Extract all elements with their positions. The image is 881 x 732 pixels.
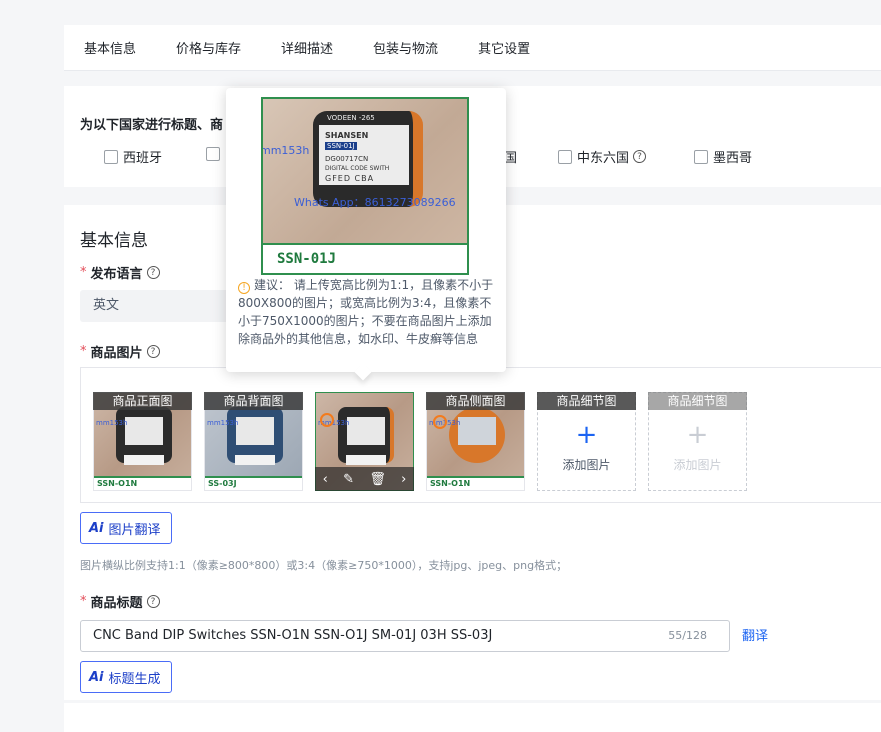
add-image-text: 添加图片 [673, 458, 722, 472]
image-format-hint: 图片横纵比例支持1:1（像素≥800*800）或3:4（像素≥750*1000）… [80, 559, 568, 572]
image-preview-popover: VODEEN -265 SHANSEN SSN-01J DG00717CN DI… [226, 88, 506, 381]
image-code-label: SS-03J [205, 476, 302, 490]
country-label: 墨西哥 [713, 151, 753, 166]
checkbox-box[interactable] [104, 149, 118, 164]
tab-other-settings[interactable]: 其它设置 [478, 38, 530, 57]
add-image-text: 添加图片 [562, 458, 611, 472]
help-icon[interactable]: ? [146, 266, 160, 279]
watermark-text: Whats App：8613273089266 [294, 196, 456, 209]
help-icon[interactable]: ? [146, 595, 160, 608]
watermark-circle [433, 415, 447, 429]
warning-icon: ! [238, 282, 250, 294]
country-checkbox-spain[interactable]: 西班牙 [104, 147, 162, 166]
preview-code-label: SSN-01J [263, 243, 467, 273]
tab-price-stock[interactable]: 价格与库存 [176, 38, 241, 57]
char-counter: 55/128 [668, 629, 707, 642]
image-upload-area: mm153h SSN-O1N 商品正面图 mm153h SS-03J 商品背面图… [80, 367, 881, 503]
add-image-slot-detail-disabled[interactable]: + 添加图片 商品细节图 [648, 392, 747, 491]
required-mark: * [80, 594, 87, 609]
title-label: * 商品标题 ? [80, 592, 160, 611]
device-label-line: DG00717CN [325, 155, 369, 163]
section-title: 基本信息 [80, 231, 148, 251]
tab-basic-info[interactable]: 基本信息 [84, 38, 136, 57]
image-caption: 商品背面图 [204, 392, 303, 410]
language-label: * 发布语言 ? [80, 263, 160, 282]
upload-tip: ! 建议： 请上传宽高比例为1:1，且像素不小于800X800的图片；或宽高比例为… [238, 276, 500, 348]
images-label: * 商品图片 ? [80, 342, 160, 361]
watermark-text: mm153h [96, 419, 128, 427]
button-label: 标题生成 [108, 671, 161, 687]
image-slot-hovered[interactable]: mm153h ‹ ✎ 🗑 › [315, 392, 414, 491]
checkbox-box[interactable] [206, 147, 220, 161]
image-caption: 商品细节图 [537, 392, 636, 410]
delete-icon[interactable]: 🗑 [369, 472, 386, 487]
add-image-slot-detail[interactable]: + 添加图片 商品细节图 [537, 392, 636, 491]
checkbox-box[interactable] [694, 149, 708, 164]
country-checkbox-hidden[interactable] [206, 147, 225, 161]
image-tools-bar: ‹ ✎ 🗑 › [315, 467, 414, 491]
move-right-icon[interactable]: › [401, 472, 406, 487]
required-mark: * [80, 265, 87, 280]
next-card [64, 703, 881, 732]
preview-image: VODEEN -265 SHANSEN SSN-01J DG00717CN DI… [261, 97, 469, 275]
device-label-line: SHANSEN [325, 131, 369, 140]
device-label-line: DIGITAL CODE SWITH [325, 165, 390, 172]
edit-icon[interactable]: ✎ [343, 472, 354, 487]
device-label-line: VODEEN -265 [327, 114, 375, 122]
title-generate-button[interactable]: Ai 标题生成 [80, 661, 172, 693]
title-value[interactable]: CNC Band DIP Switches SSN-O1N SSN-O1J SM… [93, 628, 492, 643]
image-caption: 商品侧面图 [426, 392, 525, 410]
country-checkbox-mexico[interactable]: 墨西哥 [694, 147, 752, 166]
watermark-circle [320, 413, 334, 427]
move-left-icon[interactable]: ‹ [323, 472, 328, 487]
button-label: 图片翻译 [108, 522, 161, 538]
plus-icon: + [575, 420, 598, 450]
help-icon[interactable]: ? [633, 150, 647, 163]
image-translate-button[interactable]: Ai 图片翻译 [80, 512, 172, 544]
country-label: 西班牙 [123, 151, 163, 166]
help-icon[interactable]: ? [146, 345, 160, 358]
image-code-label: SSN-O1N [94, 476, 191, 490]
device-label-line: GFED CBA [325, 174, 375, 183]
product-title-input[interactable]: CNC Band DIP Switches SSN-O1N SSN-O1J SM… [80, 620, 730, 652]
country-checkbox-middle-east[interactable]: 中东六国 ? [558, 147, 647, 166]
image-slot-front[interactable]: mm153h SSN-O1N 商品正面图 [93, 392, 192, 491]
checkbox-box[interactable] [558, 149, 572, 164]
tip-text: 建议： 请上传宽高比例为1:1，且像素不小于800X800的图片；或宽高比例为3… [238, 278, 494, 346]
plus-icon: + [686, 420, 709, 450]
ai-icon: Ai [89, 669, 104, 685]
device-label-line: SSN-01J [325, 142, 357, 150]
images-label-text: 商品图片 [90, 346, 143, 361]
tab-description[interactable]: 详细描述 [281, 38, 333, 57]
language-label-text: 发布语言 [90, 267, 143, 282]
image-code-label: SSN-O1N [427, 476, 524, 490]
translate-link[interactable]: 翻译 [742, 625, 768, 644]
required-mark: * [80, 344, 87, 359]
country-section-title: 为以下国家进行标题、商 [80, 118, 224, 133]
watermark-text: mm153h [261, 144, 310, 157]
image-caption: 商品正面图 [93, 392, 192, 410]
title-label-text: 商品标题 [90, 596, 143, 611]
tab-bar: 基本信息 价格与库存 详细描述 包装与物流 其它设置 [64, 25, 881, 71]
watermark-text: mm153h [207, 419, 239, 427]
language-select[interactable]: 英文 [80, 290, 240, 322]
image-caption: 商品细节图 [648, 392, 747, 410]
image-slot-back[interactable]: mm153h SS-03J 商品背面图 [204, 392, 303, 491]
ai-icon: Ai [89, 520, 104, 536]
tab-packaging[interactable]: 包装与物流 [373, 38, 438, 57]
image-slot-side[interactable]: mm153h SSN-O1N 商品侧面图 [426, 392, 525, 491]
country-label: 中东六国 [577, 151, 630, 166]
